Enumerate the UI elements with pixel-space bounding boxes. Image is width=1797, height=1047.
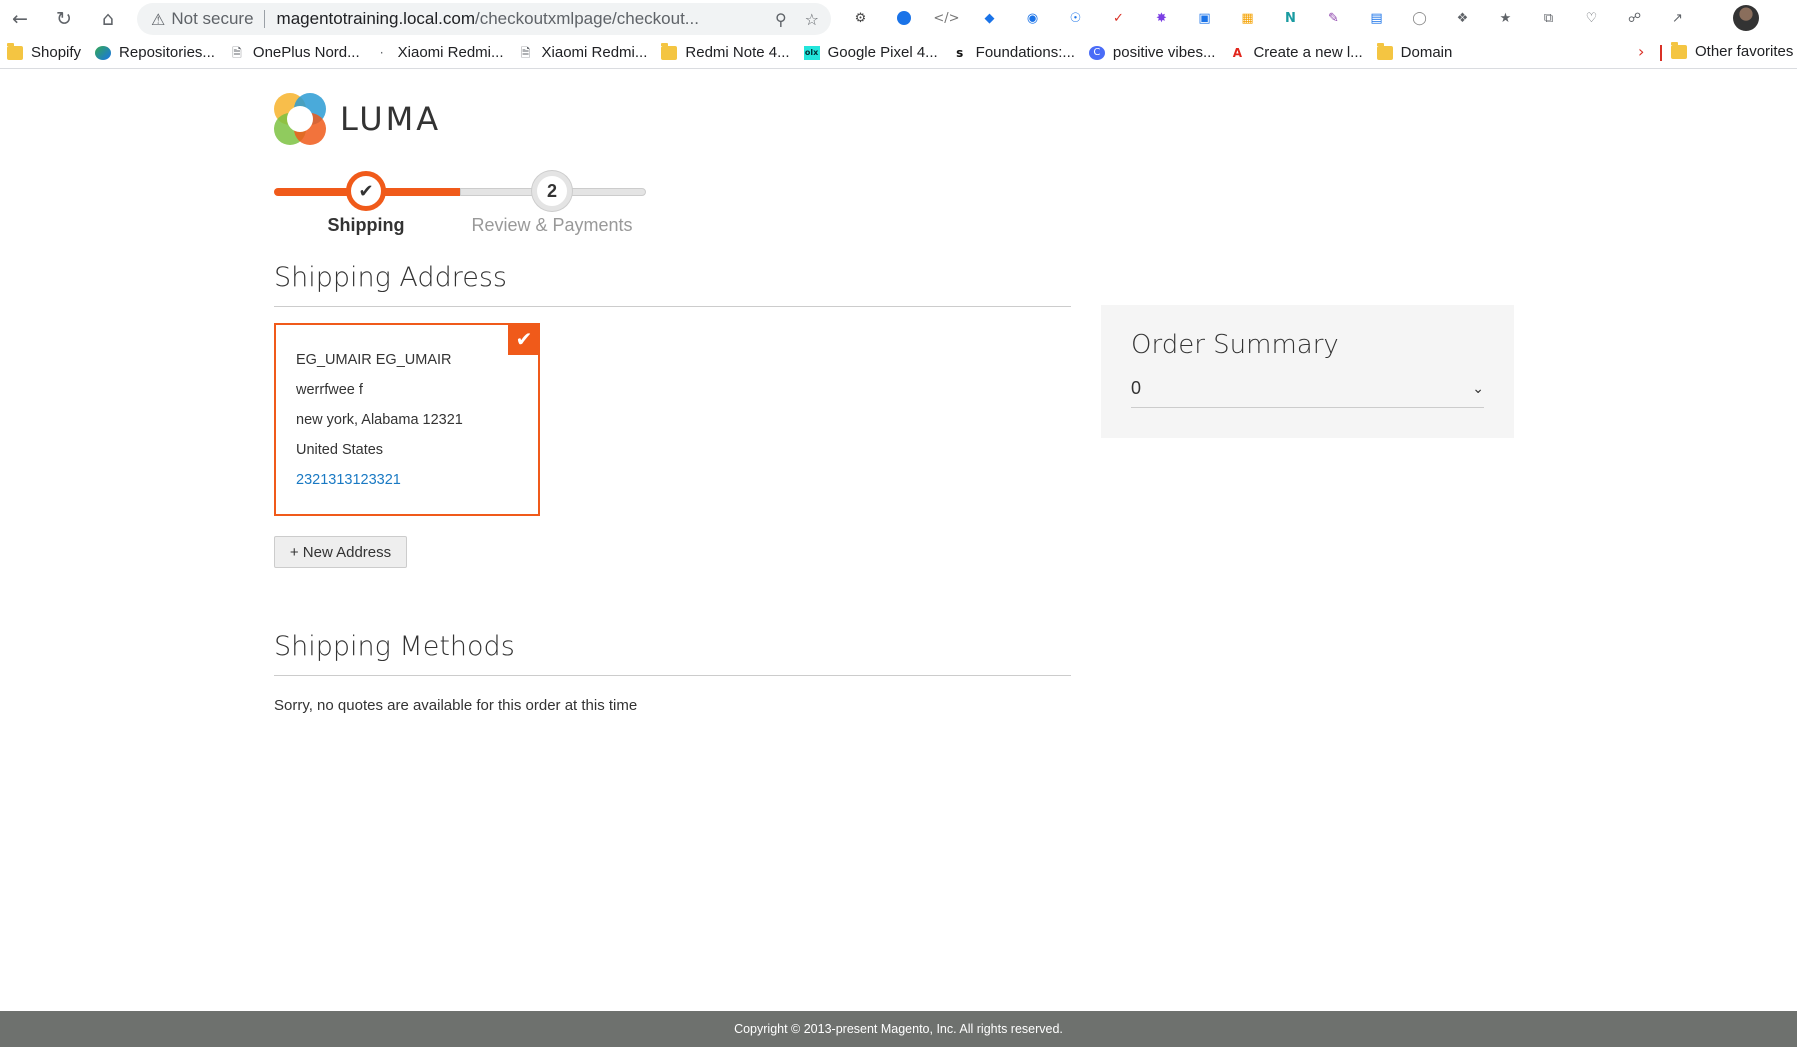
shipping-address-title: Shipping Address xyxy=(274,262,507,293)
bookmark-star-icon[interactable]: ☆ xyxy=(805,10,819,29)
step-review-number: 2 xyxy=(532,171,572,211)
folder-icon xyxy=(1376,42,1393,60)
url-host: magentotraining.local.com xyxy=(276,9,475,28)
luma-logo[interactable]: LUMA xyxy=(274,93,441,145)
url-path: /checkoutxmlpage/checkout... xyxy=(475,9,699,28)
site-icon xyxy=(95,45,112,60)
order-summary: Order Summary 0 ⌄ xyxy=(1101,305,1514,438)
key-icon[interactable]: ⚲ xyxy=(775,10,787,29)
dot-icon: · xyxy=(379,45,384,60)
search-badge-extension-icon[interactable]: ☉ xyxy=(1062,6,1089,30)
address-phone-link[interactable]: 2321313123321 xyxy=(296,465,518,495)
omnibox-divider xyxy=(263,10,265,28)
shipping-methods-title: Shipping Methods xyxy=(274,631,515,662)
copyright-text: Copyright © 2013-present Magento, Inc. A… xyxy=(734,1022,1063,1036)
collections-icon[interactable]: ⧉ xyxy=(1535,6,1562,30)
bookmark-item[interactable]: 🗎 Xiaomi Redmi... xyxy=(518,44,648,61)
favorites-icon[interactable]: ★ xyxy=(1492,6,1519,30)
multicolor-extension-icon[interactable]: ▦ xyxy=(1234,6,1261,30)
checkout-progress: ✔ 2 Shipping Review & Payments xyxy=(274,168,646,238)
bookmark-divider xyxy=(1660,45,1662,61)
not-secure-label: Not secure xyxy=(171,9,254,28)
address-bar[interactable]: ⚠ Not secure magentotraining.local.com /… xyxy=(137,3,831,35)
other-favorites[interactable]: Other favorites xyxy=(1671,41,1793,60)
shopify-s-icon: s xyxy=(956,45,964,60)
step-shipping-check-icon: ✔ xyxy=(346,171,386,211)
order-summary-title: Order Summary xyxy=(1131,330,1339,360)
translate-extension-icon[interactable]: ▤ xyxy=(1363,6,1390,30)
c-circle-icon: C xyxy=(1088,45,1105,60)
chevron-down-icon: ⌄ xyxy=(1472,380,1484,397)
no-quotes-message: Sorry, no quotes are available for this … xyxy=(274,697,638,714)
bookmarks-bar: Shopify Repositories... 🗎 OnePlus Nord...… xyxy=(0,37,1797,69)
chevron-right-icon[interactable]: › xyxy=(1638,42,1644,61)
bookmark-item[interactable]: Redmi Note 4... xyxy=(661,42,790,61)
extensions-bar: ⚙ </> ◆ ◉ ☉ ✓ ✸ ▣ ▦ N ✎ ▤ ◯ ❖ ★ ⧉ ♡ ☍ ↗ xyxy=(847,6,1691,30)
sidebar-extension-icon[interactable]: ▣ xyxy=(1191,6,1218,30)
address-street: werrfwee f xyxy=(296,382,363,398)
globe-badge-extension-icon[interactable]: ◉ xyxy=(1019,6,1046,30)
address-city: new york, Alabama 12321 xyxy=(296,412,463,428)
section-divider xyxy=(274,675,1071,676)
step-shipping-label[interactable]: Shipping xyxy=(274,215,458,236)
folder-icon xyxy=(661,42,678,60)
home-icon[interactable]: ⌂ xyxy=(93,4,123,34)
bookmark-item[interactable]: Repositories... xyxy=(95,44,215,61)
bookmark-item[interactable]: 🗎 OnePlus Nord... xyxy=(229,44,360,61)
back-icon[interactable]: ← xyxy=(5,4,35,34)
puzzle-icon[interactable]: ❖ xyxy=(1449,6,1476,30)
address-name: EG_UMAIR EG_UMAIR xyxy=(296,352,452,368)
globe-extension-icon[interactable]: ◯ xyxy=(1406,6,1433,30)
gear-extension-icon[interactable]: ⚙ xyxy=(847,6,874,30)
performance-icon[interactable]: ♡ xyxy=(1578,6,1605,30)
security-icon[interactable]: ☍ xyxy=(1621,6,1648,30)
purple-extension-icon[interactable]: ✸ xyxy=(1148,6,1175,30)
bookmark-item[interactable]: Cpositive vibes... xyxy=(1088,44,1215,61)
selected-check-icon: ✔ xyxy=(508,323,540,355)
bookmark-item[interactable]: Domain xyxy=(1376,42,1452,61)
n-extension-icon[interactable]: N xyxy=(1277,6,1304,30)
bookmark-item[interactable]: Shopify xyxy=(7,42,81,61)
pen-extension-icon[interactable]: ✎ xyxy=(1320,6,1347,30)
browser-toolbar: ← ↻ ⌂ ⚠ Not secure magentotraining.local… xyxy=(0,0,1797,37)
reload-icon[interactable]: ↻ xyxy=(49,4,79,34)
new-address-button[interactable]: + New Address xyxy=(274,536,407,568)
bookmark-item[interactable]: olx Google Pixel 4... xyxy=(803,44,938,61)
code-extension-icon[interactable]: </> xyxy=(933,6,960,30)
shipping-address-card[interactable]: ✔ EG_UMAIR EG_UMAIR werrfwee f new york,… xyxy=(274,323,540,516)
address-country: United States xyxy=(296,442,384,458)
footer: Copyright © 2013-present Magento, Inc. A… xyxy=(0,1011,1797,1047)
folder-icon xyxy=(7,42,23,60)
tag-extension-icon[interactable]: ◆ xyxy=(976,6,1003,30)
logo-text: LUMA xyxy=(340,100,442,138)
profile-avatar[interactable] xyxy=(1733,5,1759,31)
step-review-label[interactable]: Review & Payments xyxy=(460,215,644,236)
luma-logo-icon xyxy=(274,93,326,145)
adobe-icon: A xyxy=(1232,45,1243,60)
items-in-cart-toggle[interactable]: 0 ⌄ xyxy=(1131,378,1484,408)
blue-extension-icon[interactable] xyxy=(890,6,917,30)
page-icon: 🗎 xyxy=(232,45,242,60)
items-count: 0 xyxy=(1131,378,1142,398)
section-divider xyxy=(274,306,1071,307)
bookmark-item[interactable]: A Create a new l... xyxy=(1229,44,1363,61)
warning-icon: ⚠ xyxy=(151,9,166,29)
olx-icon: olx xyxy=(803,45,820,60)
page-icon: 🗎 xyxy=(520,45,531,60)
red-extension-icon[interactable]: ✓ xyxy=(1105,6,1132,30)
bookmark-item[interactable]: s Foundations:... xyxy=(952,44,1075,61)
share-icon[interactable]: ↗ xyxy=(1664,6,1691,30)
bookmark-item[interactable]: · Xiaomi Redmi... xyxy=(374,44,504,61)
folder-icon xyxy=(1671,41,1687,59)
